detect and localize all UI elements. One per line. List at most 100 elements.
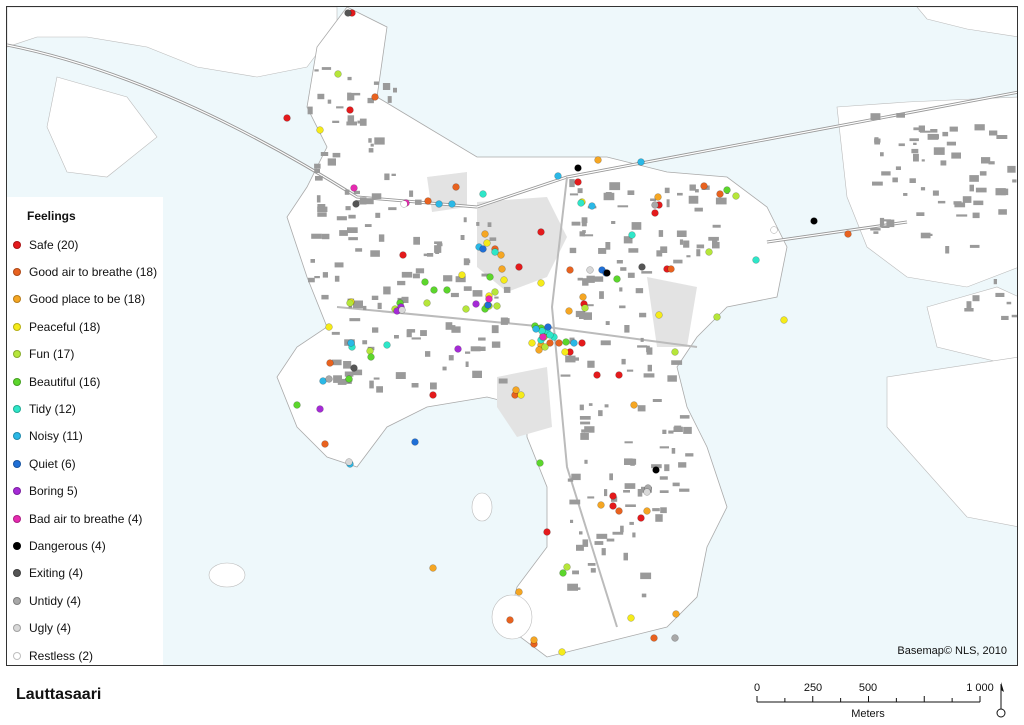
feeling-point xyxy=(517,391,525,399)
building xyxy=(872,181,883,186)
map-title: Lauttasaari xyxy=(16,686,102,703)
building xyxy=(311,233,322,239)
building xyxy=(1007,165,1016,173)
building xyxy=(596,533,608,539)
feeling-point xyxy=(565,307,573,315)
feeling-point xyxy=(367,353,375,361)
legend-swatch xyxy=(13,596,21,605)
building xyxy=(606,538,615,542)
building xyxy=(348,237,358,241)
building xyxy=(412,273,420,279)
building xyxy=(590,568,596,573)
building xyxy=(631,222,642,230)
legend-swatch xyxy=(13,651,21,660)
building xyxy=(881,225,890,228)
building xyxy=(974,124,985,131)
feeling-point xyxy=(350,184,358,192)
legend-item: Quiet (6) xyxy=(13,450,163,477)
legend-item: Ugly (4) xyxy=(13,614,163,641)
building xyxy=(334,275,340,282)
building xyxy=(975,187,987,193)
feeling-point xyxy=(579,293,587,301)
building xyxy=(640,572,652,580)
building xyxy=(343,361,352,369)
building xyxy=(383,286,391,295)
building xyxy=(349,318,361,322)
building xyxy=(587,496,595,499)
feeling-point xyxy=(366,347,374,355)
feeling-point xyxy=(780,316,788,324)
building xyxy=(998,209,1007,215)
legend-item: Fun (17) xyxy=(13,341,163,368)
building xyxy=(619,287,623,292)
map-frame[interactable]: Feelings Safe (20) Good air to breathe (1… xyxy=(6,6,1018,666)
building xyxy=(569,499,581,505)
building xyxy=(620,525,624,533)
building xyxy=(689,184,696,191)
building xyxy=(909,138,919,142)
building xyxy=(362,340,368,345)
legend-item: Good place to be (18) xyxy=(13,286,163,313)
building xyxy=(954,202,966,208)
building xyxy=(371,295,379,300)
building xyxy=(676,230,687,237)
feeling-point xyxy=(458,271,466,279)
legend-label: Boring 5) xyxy=(29,484,78,499)
feeling-point xyxy=(613,275,621,283)
building xyxy=(594,541,604,545)
building xyxy=(712,241,720,249)
feeling-point xyxy=(483,239,491,247)
building xyxy=(972,212,980,219)
feeling-point xyxy=(637,158,645,166)
building xyxy=(652,508,660,512)
building xyxy=(415,268,425,274)
feeling-point xyxy=(594,156,602,164)
feeling-point xyxy=(411,438,419,446)
building xyxy=(962,196,972,203)
building xyxy=(430,382,437,390)
building xyxy=(677,192,683,196)
feeling-point xyxy=(346,299,354,307)
building xyxy=(384,173,390,181)
feeling-point xyxy=(472,300,480,308)
feeling-point xyxy=(752,256,760,264)
building xyxy=(655,514,663,522)
attribution: Basemap© NLS, 2010 xyxy=(897,645,1007,657)
building xyxy=(623,552,628,561)
building xyxy=(359,118,367,126)
building xyxy=(587,360,595,368)
building xyxy=(393,87,397,93)
feeling-point xyxy=(615,507,623,515)
building xyxy=(491,325,499,334)
building xyxy=(317,93,325,100)
building xyxy=(576,544,584,551)
building xyxy=(397,280,406,286)
building xyxy=(450,292,459,298)
building xyxy=(913,142,917,145)
feeling-point xyxy=(638,263,646,271)
building xyxy=(579,531,583,535)
building xyxy=(659,476,668,480)
building xyxy=(624,483,636,489)
building xyxy=(570,519,574,523)
building xyxy=(715,197,727,205)
building xyxy=(966,301,972,308)
building xyxy=(1006,301,1012,305)
building xyxy=(870,113,881,120)
building xyxy=(993,279,997,285)
feeling-point xyxy=(326,359,334,367)
building xyxy=(411,383,419,388)
building xyxy=(339,230,348,236)
feeling-point xyxy=(350,364,358,372)
building xyxy=(946,141,956,146)
building xyxy=(310,259,315,263)
feeling-point xyxy=(321,440,329,448)
feeling-point xyxy=(541,343,549,351)
feeling-point xyxy=(810,217,818,225)
building xyxy=(969,184,974,192)
legend-swatch xyxy=(13,459,21,468)
building xyxy=(637,345,648,348)
feeling-point xyxy=(429,391,437,399)
feeling-point xyxy=(443,286,451,294)
feeling-point xyxy=(325,375,333,383)
